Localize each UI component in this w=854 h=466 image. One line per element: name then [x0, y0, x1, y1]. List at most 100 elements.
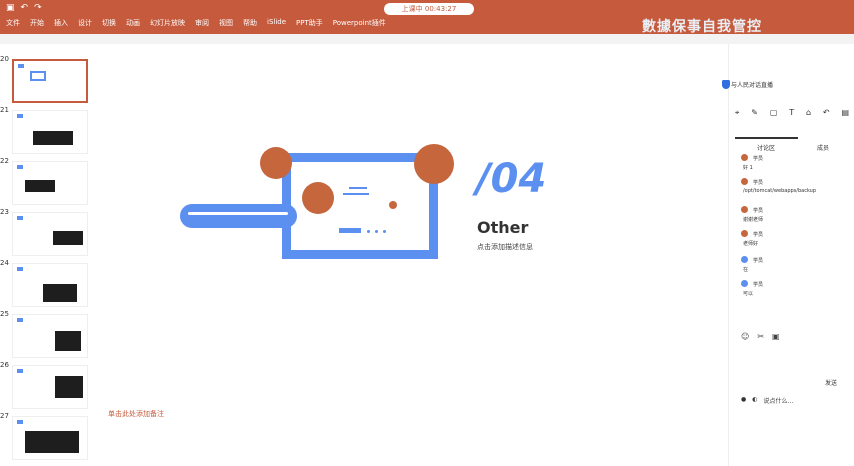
- menu-item[interactable]: 设计: [78, 18, 92, 28]
- menu-item[interactable]: 幻灯片放映: [150, 18, 185, 28]
- avatar: [741, 280, 748, 287]
- slide-bar: [180, 204, 297, 228]
- slide-thumbnail[interactable]: 22: [0, 157, 100, 207]
- undo-icon[interactable]: ↶: [823, 108, 830, 122]
- pen-icon[interactable]: ✎: [751, 108, 758, 122]
- app-window: ▣ ↶ ↷ 文件 开始 插入 设计 切换 动画 幻灯片放映 审阅 视图 帮助 iSlide PPT助手…: [0, 0, 854, 466]
- thumbnail-logo-icon: [18, 64, 24, 68]
- frame-dot: [383, 230, 386, 233]
- banner-text: 數據保事自我管控: [642, 19, 762, 35]
- live-chat-panel: 与人民对话直播 ⌖ ✎ ▢ T ⌂ ↶ ▤ 讨论区 成员 学员好 1 学员/opt…: [722, 44, 854, 466]
- avatar: [741, 256, 748, 263]
- send-button[interactable]: 发送: [825, 378, 837, 387]
- menu-item[interactable]: 开始: [30, 18, 44, 28]
- thumbnail-image: [25, 180, 55, 192]
- notes-placeholder[interactable]: 单击此处添加备注: [108, 409, 164, 419]
- image-icon[interactable]: ▣: [772, 332, 780, 344]
- menu-item[interactable]: iSlide: [267, 18, 286, 28]
- thumbnail-logo-icon: [17, 114, 23, 118]
- recording-text: 上课中 00:43:27: [401, 5, 457, 13]
- mic-icon[interactable]: ●: [741, 396, 746, 408]
- redo-icon[interactable]: ↷: [34, 3, 42, 13]
- undo-icon[interactable]: ↶: [21, 3, 29, 13]
- sub-ribbon: [0, 34, 854, 44]
- frame-line: [349, 187, 367, 189]
- thumbnail-preview: [12, 263, 88, 307]
- panel-actions: ☺ ✂ ▣: [729, 332, 854, 344]
- menu-item[interactable]: 插入: [54, 18, 68, 28]
- thumbnail-image: [53, 231, 83, 245]
- thumbnail-image: [55, 376, 83, 398]
- thumbnail-number: 20: [0, 55, 9, 63]
- active-tab-indicator: [735, 137, 798, 139]
- slide-thumbnail[interactable]: 27: [0, 412, 100, 462]
- thumbnail-logo-icon: [17, 216, 23, 220]
- thumbnail-preview: [12, 416, 88, 460]
- avatar: [741, 154, 748, 161]
- message-text: 可以: [743, 291, 754, 297]
- frame-small-circle: [389, 201, 397, 209]
- clear-icon[interactable]: ▤: [841, 108, 849, 122]
- message-sender: 学员: [753, 180, 764, 186]
- save-icon[interactable]: ▣: [6, 3, 15, 13]
- thumbnail-image: [55, 331, 81, 351]
- thumbnail-preview: [12, 161, 88, 205]
- volume-icon[interactable]: ◐: [752, 396, 757, 408]
- emoji-icon[interactable]: ☺: [741, 332, 749, 344]
- menu-item[interactable]: 切换: [102, 18, 116, 28]
- frame-dot: [367, 230, 370, 233]
- slide-thumbnail[interactable]: 25: [0, 310, 100, 360]
- message-text: 谢谢老师: [743, 217, 764, 223]
- rect-icon[interactable]: ▢: [770, 108, 778, 122]
- tab-members[interactable]: 成员: [817, 143, 829, 152]
- frame-dot: [375, 230, 378, 233]
- menu-item[interactable]: 帮助: [243, 18, 257, 28]
- quick-access-toolbar: ▣ ↶ ↷: [6, 3, 42, 13]
- recording-indicator[interactable]: 上课中 00:43:27: [384, 3, 474, 15]
- thumbnail-number: 26: [0, 361, 9, 369]
- ribbon-menu: 文件 开始 插入 设计 切换 动画 幻灯片放映 审阅 视图 帮助 iSlide PPT助手 Powerp…: [6, 18, 386, 28]
- thumbnail-image: [33, 131, 73, 145]
- circle-top-right: [414, 144, 454, 184]
- text-icon[interactable]: T: [789, 108, 794, 122]
- message-sender: 学员: [753, 208, 764, 214]
- slide-canvas[interactable]: /04 Other 点击添加描述信息: [100, 44, 726, 460]
- slide-thumbnail[interactable]: 24: [0, 259, 100, 309]
- menu-item[interactable]: 审阅: [195, 18, 209, 28]
- shape-icon[interactable]: ⌂: [806, 108, 811, 122]
- message-text: 老师好: [743, 241, 759, 247]
- thumbnail-number: 27: [0, 412, 9, 420]
- slide-thumbnails[interactable]: 20 21 22 23 24 25 26 27: [0, 55, 100, 466]
- menu-item[interactable]: 动画: [126, 18, 140, 28]
- thumbnail-number: 21: [0, 106, 9, 114]
- message-sender: 学员: [753, 232, 764, 238]
- tab-discussion[interactable]: 讨论区: [757, 143, 775, 152]
- pointer-icon[interactable]: ⌖: [735, 108, 740, 122]
- thumbnail-preview: [12, 59, 88, 103]
- chat-input[interactable]: 说点什么...: [764, 396, 794, 408]
- panel-toolbar: ⌖ ✎ ▢ T ⌂ ↶ ▤: [729, 108, 854, 122]
- slide-thumbnail[interactable]: 20: [0, 55, 100, 105]
- chat-input-row[interactable]: ● ◐ 说点什么...: [729, 396, 854, 408]
- slide-thumbnail[interactable]: 21: [0, 106, 100, 156]
- slide-thumbnail[interactable]: 26: [0, 361, 100, 411]
- frame-line: [343, 193, 369, 195]
- thumbnail-mini-frame: [30, 71, 46, 81]
- thumbnail-image: [43, 284, 77, 302]
- menu-item[interactable]: Powerpoint插件: [333, 18, 386, 28]
- scissors-icon[interactable]: ✂: [757, 332, 764, 344]
- thumbnail-preview: [12, 314, 88, 358]
- thumbnail-number: 25: [0, 310, 9, 318]
- bar-line: [188, 212, 288, 215]
- avatar: [741, 230, 748, 237]
- thumbnail-number: 23: [0, 208, 9, 216]
- thumbnail-image: [25, 431, 79, 453]
- menu-item[interactable]: PPT助手: [296, 18, 323, 28]
- section-description: 点击添加描述信息: [477, 243, 533, 251]
- title-bar: ▣ ↶ ↷ 文件 开始 插入 设计 切换 动画 幻灯片放映 审阅 视图 帮助 iSlide PPT助手…: [0, 0, 854, 35]
- thumbnail-preview: [12, 212, 88, 256]
- menu-item[interactable]: 视图: [219, 18, 233, 28]
- menu-item[interactable]: 文件: [6, 18, 20, 28]
- slide-thumbnail[interactable]: 23: [0, 208, 100, 258]
- avatar: [741, 206, 748, 213]
